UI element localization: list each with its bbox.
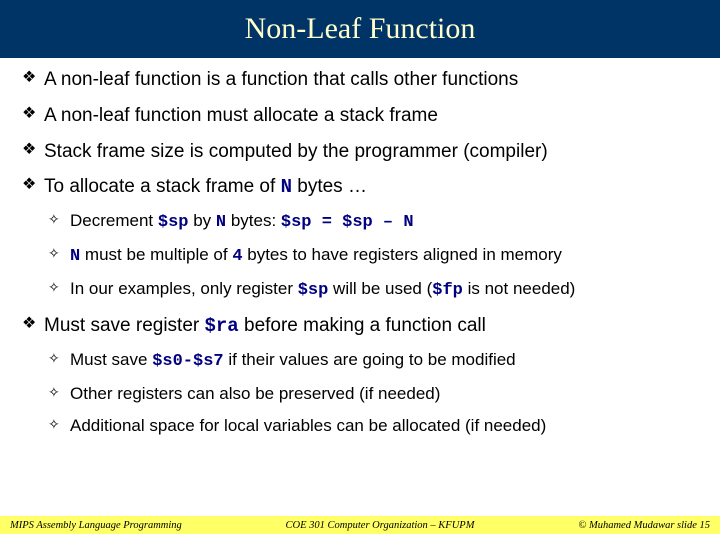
bullet-prefix: To allocate a stack frame of bbox=[44, 176, 281, 197]
sub-bullet-item: Decrement $sp by N bytes: $sp = $sp – N bbox=[44, 210, 698, 234]
bullet-text: Stack frame size is computed by the prog… bbox=[44, 141, 548, 162]
main-bullet-list: A non-leaf function is a function that c… bbox=[22, 68, 698, 437]
bullet-item: Stack frame size is computed by the prog… bbox=[22, 140, 698, 164]
code-span: $sp = $sp – N bbox=[281, 213, 414, 232]
sub-text: In our examples, only register bbox=[70, 279, 298, 298]
sub-text: Other registers can also be preserved (i… bbox=[70, 384, 440, 403]
sub-bullet-item: Other registers can also be preserved (i… bbox=[44, 383, 698, 405]
sub-text: by bbox=[188, 211, 215, 230]
sub-text: Decrement bbox=[70, 211, 158, 230]
footer-center: COE 301 Computer Organization – KFUPM bbox=[230, 520, 530, 531]
bullet-item: To allocate a stack frame of N bytes … D… bbox=[22, 175, 698, 302]
sub-bullet-list: Decrement $sp by N bytes: $sp = $sp – N … bbox=[44, 210, 698, 302]
bullet-text: A non-leaf function must allocate a stac… bbox=[44, 105, 438, 126]
sub-bullet-item: Must save $s0-$s7 if their values are go… bbox=[44, 349, 698, 373]
code-span: N bbox=[216, 213, 226, 232]
code-span: $ra bbox=[205, 315, 239, 337]
code-span: N bbox=[70, 247, 80, 266]
slide-content: A non-leaf function is a function that c… bbox=[0, 58, 720, 437]
bullet-item: A non-leaf function is a function that c… bbox=[22, 68, 698, 92]
sub-bullet-item: N must be multiple of 4 bytes to have re… bbox=[44, 244, 698, 268]
bullet-suffix: bytes … bbox=[292, 176, 367, 197]
footer-right: © Muhamed Mudawar slide 15 bbox=[530, 520, 720, 531]
code-span: $sp bbox=[158, 213, 189, 232]
sub-text: must be multiple of bbox=[80, 245, 232, 264]
code-span: $s0-$s7 bbox=[152, 352, 223, 371]
bullet-item: A non-leaf function must allocate a stac… bbox=[22, 104, 698, 128]
bullet-suffix: before making a function call bbox=[239, 315, 486, 336]
code-span: 4 bbox=[232, 247, 242, 266]
sub-text: is not needed) bbox=[463, 279, 575, 298]
slide-title: Non-Leaf Function bbox=[245, 12, 476, 46]
footer-bar: MIPS Assembly Language Programming COE 3… bbox=[0, 516, 720, 534]
sub-text: bytes to have registers aligned in memor… bbox=[243, 245, 562, 264]
sub-text: Additional space for local variables can… bbox=[70, 416, 546, 435]
sub-text: bytes: bbox=[226, 211, 281, 230]
code-span: N bbox=[281, 176, 292, 198]
bullet-prefix: Must save register bbox=[44, 315, 205, 336]
sub-text: will be used ( bbox=[328, 279, 432, 298]
bullet-text: A non-leaf function is a function that c… bbox=[44, 69, 518, 90]
bullet-item: Must save register $ra before making a f… bbox=[22, 314, 698, 437]
sub-text: Must save bbox=[70, 350, 152, 369]
code-span: $sp bbox=[298, 281, 329, 300]
sub-bullet-list: Must save $s0-$s7 if their values are go… bbox=[44, 349, 698, 437]
sub-bullet-item: In our examples, only register $sp will … bbox=[44, 278, 698, 302]
sub-text: if their values are going to be modified bbox=[224, 350, 516, 369]
code-span: $fp bbox=[432, 281, 463, 300]
footer-left: MIPS Assembly Language Programming bbox=[0, 520, 230, 531]
title-bar: Non-Leaf Function bbox=[0, 0, 720, 58]
sub-bullet-item: Additional space for local variables can… bbox=[44, 415, 698, 437]
